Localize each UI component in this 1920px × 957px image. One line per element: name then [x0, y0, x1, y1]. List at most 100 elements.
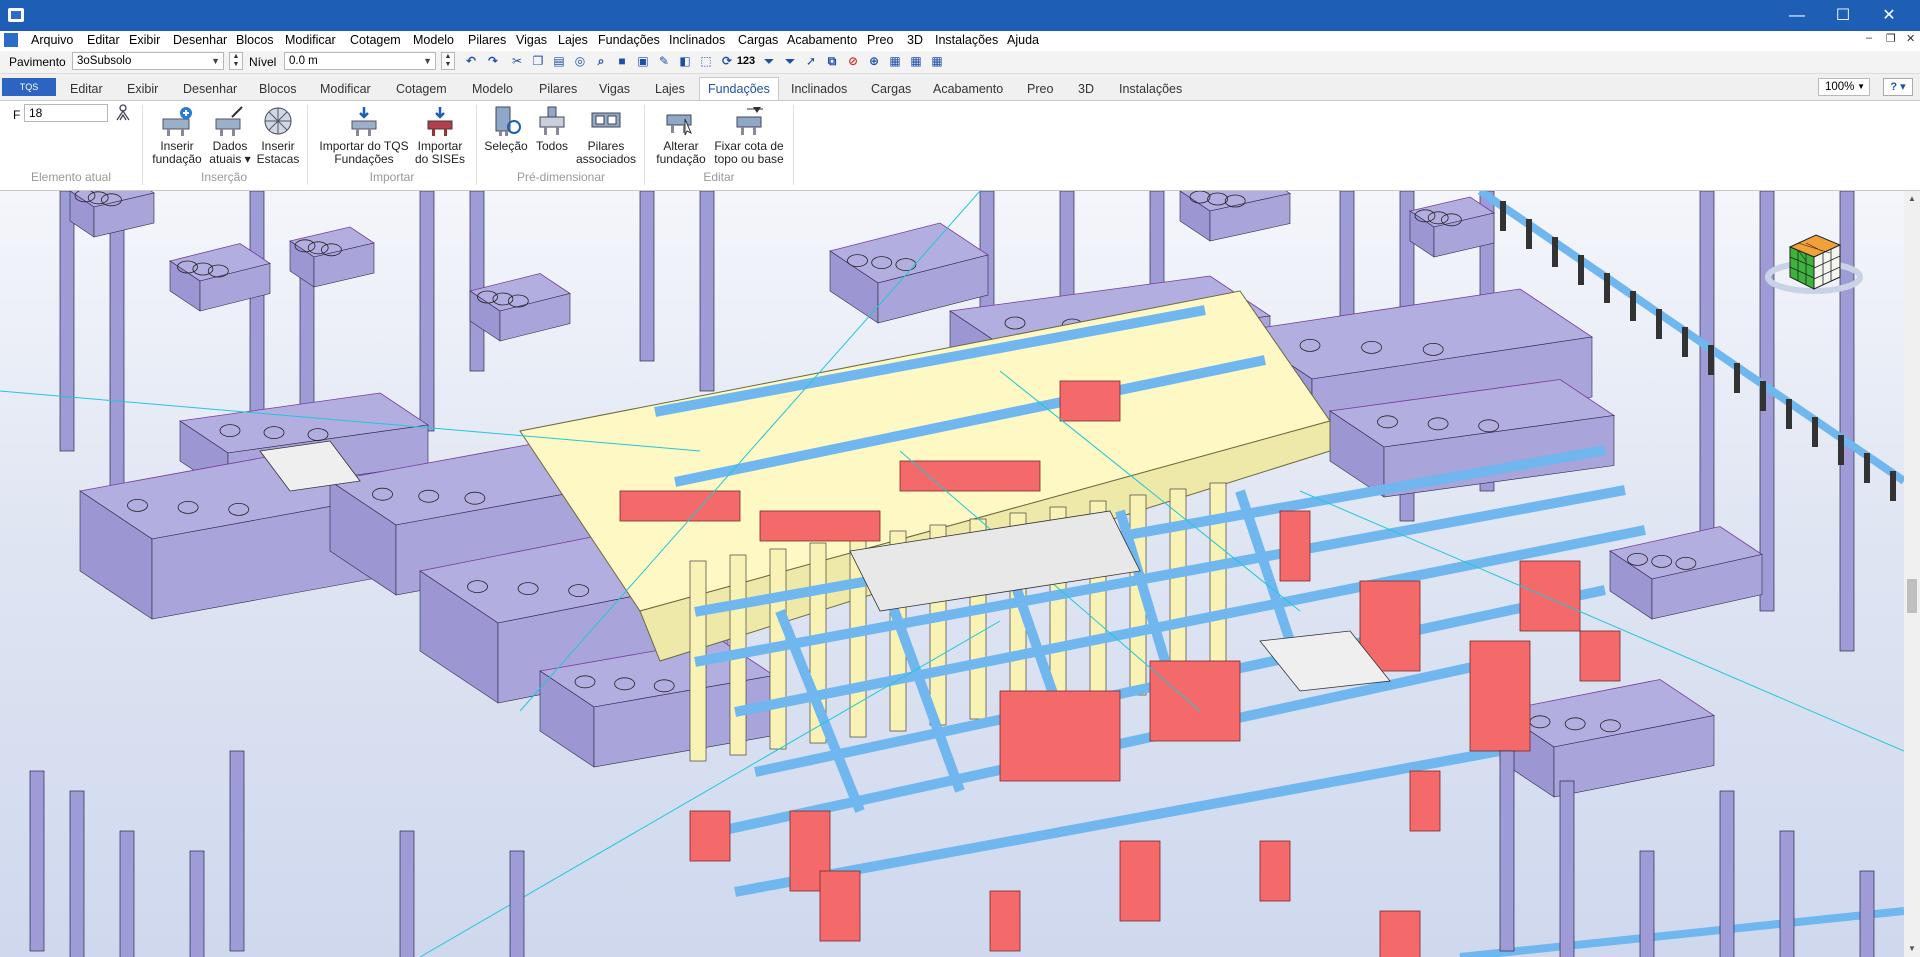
inserir-estacas-button[interactable]: Inserir Estacas	[255, 105, 301, 166]
find-icon[interactable]: ⌕	[592, 53, 610, 70]
pile	[1779, 830, 1795, 957]
zoom-icon[interactable]: ⊕	[865, 53, 883, 70]
tab-editar[interactable]: Editar	[70, 78, 103, 100]
menu-3d[interactable]: 3D	[907, 33, 923, 47]
menu-modificar[interactable]: Modificar	[285, 33, 336, 47]
inserir-fundacao-button[interactable]: Inserir fundação	[149, 105, 205, 166]
menu-inclinados[interactable]: Inclinados	[669, 33, 725, 47]
cut-icon[interactable]: ✂	[508, 53, 526, 70]
todos-button[interactable]: Todos	[530, 105, 574, 153]
scroll-thumb[interactable]	[1907, 579, 1917, 613]
filter-icon[interactable]: ⏷	[760, 53, 778, 70]
mdi-restore-button[interactable]: ❐	[1886, 32, 1896, 45]
erase-icon[interactable]: ⊘	[844, 53, 862, 70]
menu-arquivo[interactable]: Arquivo	[31, 33, 73, 47]
window-icon[interactable]: ▦	[886, 53, 904, 70]
save-all-icon[interactable]: ▣	[634, 53, 652, 70]
tab-pilares[interactable]: Pilares	[539, 78, 577, 100]
menu-cargas[interactable]: Cargas	[738, 33, 778, 47]
arrow-icon[interactable]: ➚	[802, 53, 820, 70]
zoom-select[interactable]: 100% ▼	[1818, 78, 1870, 96]
help-button[interactable]: ? ▾	[1883, 78, 1913, 96]
tab-cargas[interactable]: Cargas	[871, 78, 911, 100]
tree-icon[interactable]	[114, 104, 132, 122]
dados-atuais-button[interactable]: Dados atuais ▾	[207, 105, 253, 166]
document-icon[interactable]	[4, 33, 18, 47]
pavimento-spinner[interactable]: ▲ ▼	[229, 52, 243, 70]
maximize-button[interactable]: ☐	[1820, 0, 1866, 31]
minimize-button[interactable]: —	[1774, 0, 1820, 31]
tab-blocos[interactable]: Blocos	[259, 78, 297, 100]
pile	[699, 191, 715, 392]
copy-icon[interactable]: ❐	[529, 53, 547, 70]
binoculars-icon[interactable]: ◎	[571, 53, 589, 70]
menu-modelo[interactable]: Modelo	[413, 33, 454, 47]
red-block	[989, 890, 1021, 952]
tab-instalacoes[interactable]: Instalações	[1119, 78, 1182, 100]
scroll-down-icon[interactable]: ▼	[1904, 941, 1920, 957]
scroll-up-icon[interactable]: ▲	[1904, 191, 1920, 207]
window-refresh-icon[interactable]: ▦	[928, 53, 946, 70]
importar-sises-button[interactable]: Importar do SISEs	[414, 105, 466, 166]
pilares-associados-button[interactable]: Pilares associados	[576, 105, 636, 166]
column	[1169, 488, 1187, 690]
duplicate-icon[interactable]: ⧉	[823, 53, 841, 70]
layers-icon[interactable]: ◧	[676, 53, 694, 70]
tab-modelo[interactable]: Modelo	[472, 78, 513, 100]
save-icon[interactable]: ■	[613, 53, 631, 70]
menu-desenhar[interactable]: Desenhar	[173, 33, 227, 47]
menu-editar[interactable]: Editar	[87, 33, 120, 47]
menu-cotagem[interactable]: Cotagem	[350, 33, 401, 47]
tab-exibir[interactable]: Exibir	[127, 78, 158, 100]
filter-plus-icon[interactable]: ⏷	[781, 53, 799, 70]
paste-icon[interactable]: ▤	[550, 53, 568, 70]
tab-lajes[interactable]: Lajes	[655, 78, 685, 100]
menu-vigas[interactable]: Vigas	[516, 33, 547, 47]
selecao-button[interactable]: Seleção	[484, 105, 528, 153]
menu-preo[interactable]: Preo	[867, 33, 893, 47]
tab-vigas[interactable]: Vigas	[599, 78, 630, 100]
nivel-spinner[interactable]: ▲ ▼	[441, 52, 455, 70]
undo-icon[interactable]: ↶	[462, 53, 480, 70]
app-menu-button[interactable]: TQS	[2, 78, 56, 96]
fixar-cota-button[interactable]: Fixar cota de topo ou base	[712, 105, 786, 166]
importar-tqs-button[interactable]: Importar do TQS Fundações	[316, 105, 412, 166]
tab-acabamento[interactable]: Acabamento	[933, 78, 1003, 100]
menu-exibir[interactable]: Exibir	[129, 33, 160, 47]
close-button[interactable]: ✕	[1866, 0, 1912, 31]
tab-fundacoes[interactable]: Fundações	[699, 77, 779, 100]
tab-inclinados[interactable]: Inclinados	[791, 78, 847, 100]
menu-lajes[interactable]: Lajes	[558, 33, 588, 47]
mdi-minimize-button[interactable]: –	[1866, 32, 1872, 44]
tab-modificar[interactable]: Modificar	[320, 78, 371, 100]
menu-ajuda[interactable]: Ajuda	[1007, 33, 1039, 47]
vertical-scrollbar[interactable]: ▲ ▼	[1904, 191, 1920, 957]
model-3d-scene[interactable]	[0, 191, 1904, 957]
selecao-label-1: Seleção	[484, 139, 528, 153]
numbering-icon[interactable]: 123	[734, 53, 758, 70]
beam-post	[1578, 255, 1584, 285]
tab-desenhar[interactable]: Desenhar	[183, 78, 237, 100]
elemento-input[interactable]: 18	[24, 104, 108, 122]
viewport-3d[interactable]	[0, 191, 1904, 957]
menu-fundacoes[interactable]: Fundações	[598, 33, 660, 47]
alterar-fundacao-label-2: fundação	[656, 152, 706, 166]
window-plus-icon[interactable]: ▦	[907, 53, 925, 70]
menu-instalacoes[interactable]: Instalações	[935, 33, 998, 47]
menu-blocos[interactable]: Blocos	[236, 33, 274, 47]
view-cube-icon[interactable]	[1764, 225, 1864, 305]
redo-icon[interactable]: ↷	[484, 53, 502, 70]
pavimento-combo[interactable]: 3oSubsolo ▼	[72, 52, 224, 70]
menu-acabamento[interactable]: Acabamento	[787, 33, 857, 47]
alterar-fundacao-button[interactable]: Alterar fundação	[652, 105, 710, 166]
nivel-combo[interactable]: 0.0 m ▼	[284, 52, 436, 70]
menu-pilares[interactable]: Pilares	[468, 33, 506, 47]
mdi-close-button[interactable]: ✕	[1906, 32, 1915, 45]
tab-cotagem[interactable]: Cotagem	[396, 78, 447, 100]
select-icon[interactable]: ⬚	[697, 53, 715, 70]
pile	[69, 790, 85, 957]
properties-icon[interactable]: ✎	[655, 53, 673, 70]
tab-preo[interactable]: Preo	[1027, 78, 1053, 100]
tab-3d[interactable]: 3D	[1078, 78, 1094, 100]
associated-columns-icon	[590, 105, 622, 137]
